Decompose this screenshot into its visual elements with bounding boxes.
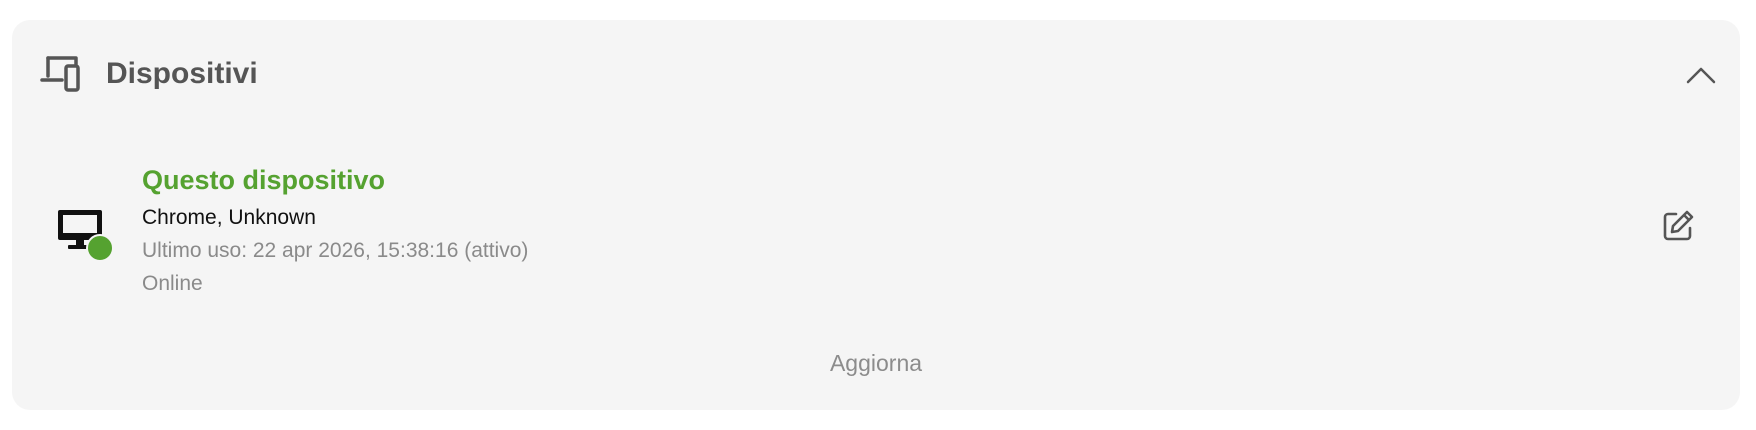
device-name: Questo dispositivo: [142, 165, 386, 195]
device-info: Questo dispositivo Chrome, Unknown Ultim…: [142, 162, 528, 298]
device-list-item: Questo dispositivo Chrome, Unknown Ultim…: [12, 160, 1740, 320]
refresh-button-row: Aggiorna: [12, 348, 1740, 378]
device-status: Online: [142, 272, 203, 295]
devices-icon: [40, 54, 88, 94]
chevron-up-icon[interactable]: [1684, 60, 1718, 90]
device-browser: Chrome, Unknown: [142, 206, 316, 229]
panel-title: Dispositivi: [106, 57, 258, 90]
device-last-use: Ultimo uso: 22 apr 2026, 15:38:16 (attiv…: [142, 239, 529, 262]
online-status-dot: [86, 234, 114, 262]
edit-device-button[interactable]: [1660, 208, 1696, 244]
desktop-icon: [56, 208, 116, 264]
refresh-button[interactable]: Aggiorna: [830, 350, 922, 376]
devices-card-header[interactable]: Dispositivi: [12, 20, 1740, 130]
devices-card: Dispositivi Questo dispositivo Chrome, U…: [12, 20, 1740, 410]
edit-icon: [1663, 210, 1694, 241]
